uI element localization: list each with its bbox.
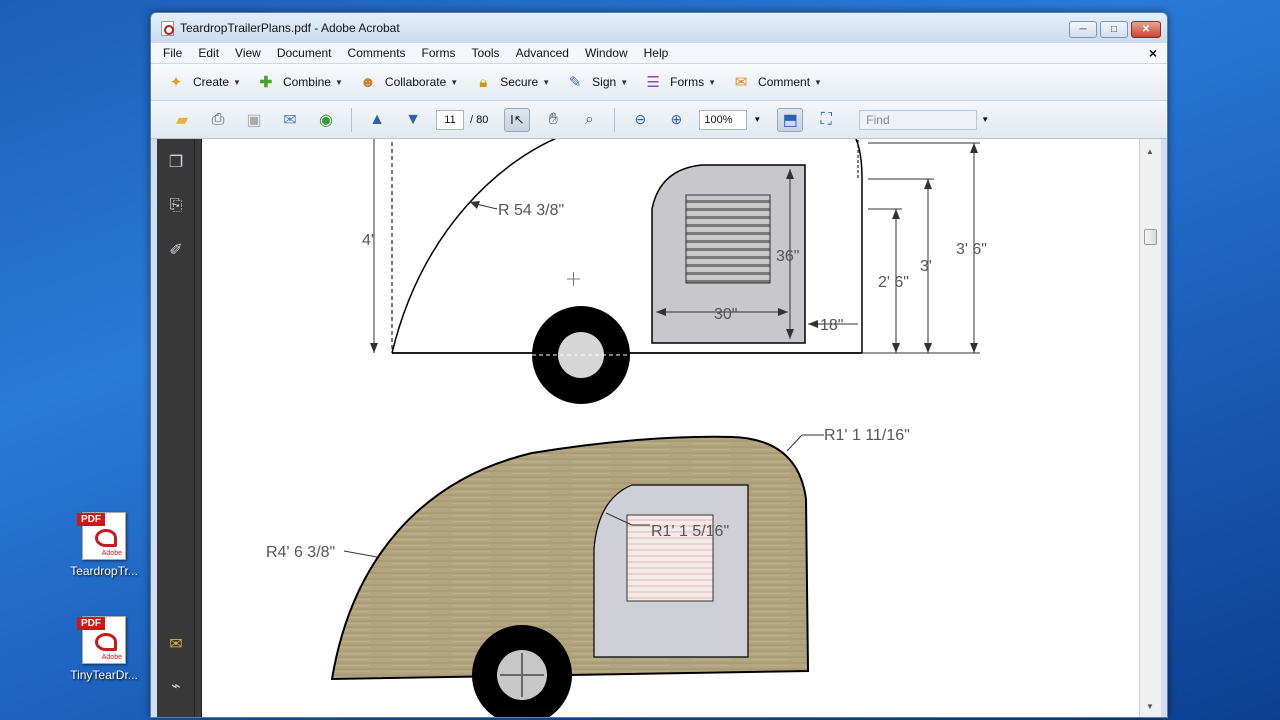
dim-door-radius: R1' 1 5/16" [651, 523, 729, 540]
print-icon[interactable]: ⎙ [205, 108, 231, 132]
minimize-button[interactable]: ─ [1069, 21, 1097, 38]
menu-forms[interactable]: Forms [414, 46, 464, 60]
close-button[interactable]: ✕ [1131, 21, 1161, 38]
dim-height-left: 4' [362, 232, 374, 249]
menu-window[interactable]: Window [577, 46, 636, 60]
hand-tool-icon[interactable]: ✋︎ [540, 108, 566, 132]
acrobat-window: TeardropTrailerPlans.pdf - Adobe Acrobat… [150, 12, 1168, 718]
forms-button[interactable]: ☰ Forms ▼ [642, 71, 716, 93]
dim-door-width: 30" [714, 306, 737, 323]
create-label: Create [193, 75, 230, 89]
dim-door-height: 36" [776, 248, 799, 265]
sign-label: Sign [592, 75, 617, 89]
dim-3: 3' [920, 258, 932, 275]
navigation-pane: ❐ ⎘ ✐ ✉ ⌁ [157, 139, 195, 717]
navigation-toolbar: ▰ ⎙ ▣ ✉ ◉ ▲ ▼ 11 / 80 I↖ ✋︎ ⌕ ⊖ ⊕ 100% ▼… [151, 101, 1167, 139]
pen-icon: ✎ [568, 74, 582, 91]
forms-icon: ☰ [646, 74, 660, 91]
upload-icon[interactable]: ◉ [313, 108, 339, 132]
comments-icon[interactable]: ✉ [165, 633, 187, 655]
menu-file[interactable]: File [155, 46, 190, 60]
maximize-button[interactable]: □ [1100, 21, 1128, 38]
scroll-thumb[interactable] [1144, 229, 1157, 245]
zoom-in-icon[interactable]: ⊕ [663, 108, 689, 132]
collaborate-label: Collaborate [384, 75, 447, 89]
combine-label: Combine [282, 75, 331, 89]
menu-edit[interactable]: Edit [190, 46, 227, 60]
sign-button[interactable]: ✎ Sign ▼ [564, 71, 628, 93]
pdf-badge: PDF [77, 513, 105, 526]
pdf-file-icon: PDF Adobe [77, 616, 126, 664]
save-icon[interactable]: ▣ [241, 108, 267, 132]
collaborate-icon: ☻ [360, 73, 376, 91]
desktop-icon-label: TinyTearDr... [70, 668, 138, 682]
trailer-plan-drawing: 4' R 54 3/8" 36" 30" 18" 2' 6" 3' 3' 6" … [266, 139, 987, 717]
page-total: / 80 [470, 113, 489, 126]
forms-label: Forms [670, 75, 705, 89]
adobe-label: Adobe [101, 550, 122, 557]
lock-icon: 🔒︎ [479, 73, 488, 91]
window-louver [685, 194, 771, 284]
desktop-icon-label: TeardropTr... [70, 564, 138, 578]
create-icon: ✦ [169, 74, 183, 91]
select-text-tool-icon[interactable]: I↖ [504, 107, 531, 132]
next-page-icon[interactable]: ▼ [400, 108, 426, 132]
content-area: ❐ ⎘ ✐ ✉ ⌁ 4' R 54 3/8" 36" 30" 18" 2' 6"… [157, 139, 1161, 717]
find-dropdown-icon[interactable]: ▼ [981, 115, 989, 124]
fit-width-icon[interactable]: ⛶ [813, 108, 839, 132]
pdf-badge: PDF [77, 617, 105, 630]
secure-label: Secure [500, 75, 539, 89]
scroll-down-icon[interactable]: ▼ [1146, 702, 1154, 711]
open-folder-icon[interactable]: ▰ [169, 108, 195, 132]
attachments-icon[interactable]: ⌁ [165, 675, 187, 697]
menu-help[interactable]: Help [636, 46, 677, 60]
crosshair-cursor-icon [567, 272, 580, 286]
zoom-out-icon[interactable]: ⊖ [627, 108, 653, 132]
dim-3-6: 3' 6" [956, 241, 987, 258]
comment-button[interactable]: ✉ Comment ▼ [730, 71, 822, 93]
dim-rear-offset: 18" [820, 317, 843, 334]
scroll-up-icon[interactable]: ▲ [1146, 147, 1154, 156]
pdf-app-icon [161, 20, 174, 36]
document-page[interactable]: 4' R 54 3/8" 36" 30" 18" 2' 6" 3' 3' 6" … [201, 139, 1139, 717]
menu-advanced[interactable]: Advanced [508, 46, 577, 60]
adobe-label: Adobe [101, 654, 122, 661]
collaborate-button[interactable]: ☻ Collaborate ▼ [357, 71, 458, 93]
menu-bar: File Edit View Document Comments Forms T… [151, 43, 1167, 63]
comment-label: Comment [758, 75, 811, 89]
menu-comments[interactable]: Comments [340, 46, 414, 60]
combine-button[interactable]: ✚ Combine ▼ [255, 71, 343, 93]
zoom-marquee-icon[interactable]: ⌕ [576, 108, 602, 132]
title-bar[interactable]: TeardropTrailerPlans.pdf - Adobe Acrobat… [151, 13, 1167, 43]
comment-icon: ✉ [734, 74, 748, 91]
secure-button[interactable]: 🔒︎ Secure ▼ [472, 71, 550, 93]
vertical-scrollbar[interactable]: ▲ ▼ [1139, 139, 1161, 717]
zoom-level-input[interactable]: 100% [699, 109, 748, 130]
find-input[interactable]: Find [859, 109, 978, 130]
pages-icon[interactable]: ❐ [165, 151, 187, 173]
create-button[interactable]: ✦ Create ▼ [165, 71, 241, 93]
pdf-file-icon: PDF Adobe [77, 512, 126, 560]
signatures-icon[interactable]: ✐ [165, 239, 187, 261]
menu-document[interactable]: Document [269, 46, 340, 60]
close-document-button[interactable]: × [1149, 45, 1157, 61]
page-number-input[interactable]: 11 [436, 109, 464, 130]
dim-radius-top: R 54 3/8" [498, 202, 564, 219]
bookmarks-icon[interactable]: ⎘ [165, 195, 187, 217]
menu-tools[interactable]: Tools [464, 46, 508, 60]
desktop-icon-tiny-teardrop[interactable]: PDF Adobe TinyTearDr... [66, 616, 142, 682]
zoom-dropdown-icon[interactable]: ▼ [753, 115, 761, 124]
window-title: TeardropTrailerPlans.pdf - Adobe Acrobat [180, 21, 400, 35]
dim-2-6: 2' 6" [878, 274, 909, 291]
dim-front-radius: R4' 6 3/8" [266, 544, 335, 561]
desktop-icon-teardrop-plans[interactable]: PDF Adobe TeardropTr... [66, 512, 142, 578]
tasks-toolbar: ✦ Create ▼ ✚ Combine ▼ ☻ Collaborate ▼ 🔒︎ S… [151, 63, 1167, 101]
fit-page-icon[interactable]: ⬒ [777, 107, 804, 132]
menu-view[interactable]: View [227, 46, 269, 60]
email-icon[interactable]: ✉ [277, 108, 303, 132]
previous-page-icon[interactable]: ▲ [364, 108, 390, 132]
dim-rear-radius: R1' 1 11/16" [824, 427, 910, 444]
combine-icon: ✚ [259, 74, 273, 91]
